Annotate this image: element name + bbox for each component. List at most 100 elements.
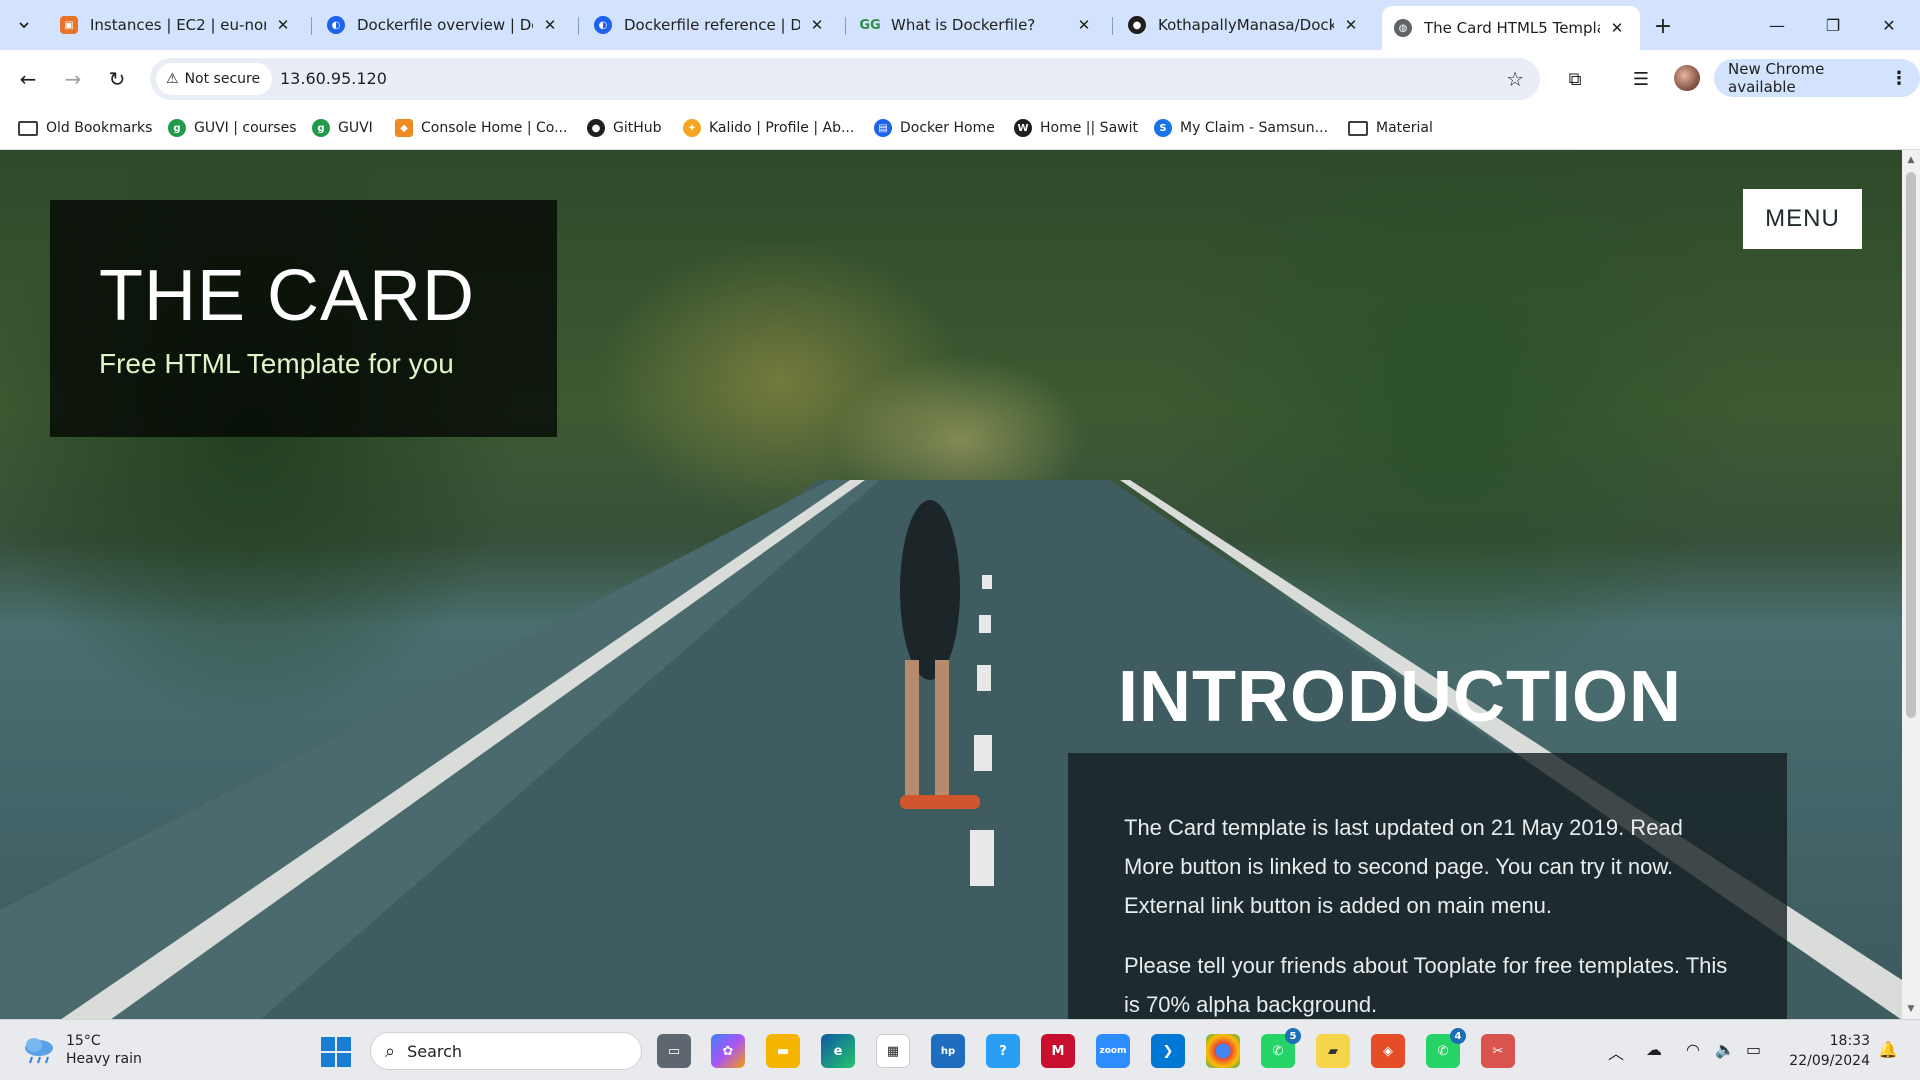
intro-paragraph: Please tell your friends about Tooplate … bbox=[1124, 953, 1728, 1017]
close-window-button[interactable]: ✕ bbox=[1864, 8, 1914, 42]
forward-button[interactable]: → bbox=[58, 64, 88, 94]
windows-logo-icon bbox=[321, 1037, 335, 1051]
battery-icon[interactable]: ▭ bbox=[1746, 1040, 1761, 1059]
bookmark-github[interactable]: ● GitHub bbox=[587, 116, 662, 140]
whatsapp-business-icon[interactable]: ✆ 5 bbox=[1261, 1028, 1301, 1068]
bookmark-old-bookmarks[interactable]: Old Bookmarks bbox=[18, 116, 152, 140]
security-chip[interactable]: ⚠ Not secure bbox=[156, 63, 273, 95]
git-icon[interactable]: ◈ bbox=[1371, 1034, 1405, 1068]
guvi-icon: g bbox=[312, 119, 330, 137]
samsung-icon: S bbox=[1154, 119, 1172, 137]
show-hidden-icons[interactable]: ︿ bbox=[1608, 1040, 1624, 1064]
site-title: THE CARD bbox=[99, 256, 476, 336]
wordpress-icon: W bbox=[1014, 119, 1032, 137]
chrome-update-button[interactable]: New Chrome available ⋮ bbox=[1714, 59, 1920, 97]
site-subtitle: Free HTML Template for you bbox=[99, 348, 454, 379]
taskbar-search[interactable]: ⌕ Search bbox=[370, 1032, 642, 1070]
close-tab-icon[interactable]: ✕ bbox=[1606, 17, 1628, 39]
sticky-notes-icon[interactable]: ▰ bbox=[1316, 1034, 1350, 1068]
bookmark-material[interactable]: Material bbox=[1348, 116, 1433, 140]
tab-separator bbox=[578, 17, 579, 35]
tab-dockerfile-reference[interactable]: ◐ Dockerfile reference | Dock ✕ bbox=[582, 6, 840, 44]
bookmark-samsung-claim[interactable]: S My Claim - Samsun... bbox=[1154, 116, 1328, 140]
new-tab-button[interactable]: + bbox=[1649, 12, 1677, 40]
bookmark-star-icon[interactable]: ☆ bbox=[1506, 67, 1524, 91]
profile-avatar[interactable] bbox=[1674, 65, 1700, 91]
restore-button[interactable]: ❐ bbox=[1808, 8, 1858, 42]
windows-taskbar: 15°C Heavy rain ⌕ Search ▭ ✿ ▬ e ▦ hp ? … bbox=[0, 1019, 1920, 1080]
scroll-up-icon[interactable]: ▲ bbox=[1906, 154, 1916, 166]
myhp-icon[interactable]: hp bbox=[931, 1034, 965, 1068]
file-explorer-icon[interactable]: ▬ bbox=[766, 1034, 800, 1068]
intro-paragraph: The Card template is last updated on 21 … bbox=[1124, 815, 1683, 918]
chrome-icon[interactable] bbox=[1206, 1034, 1240, 1068]
page-viewport: THE CARD Free HTML Template for you MENU… bbox=[0, 150, 1902, 1019]
rain-cloud-icon bbox=[22, 1036, 56, 1064]
folder-icon bbox=[1348, 120, 1368, 136]
notifications-icon[interactable]: 🔔 bbox=[1878, 1040, 1898, 1059]
bookmark-home-sawit[interactable]: W Home || Sawit bbox=[1014, 116, 1138, 140]
address-bar[interactable]: ⚠ Not secure 13.60.95.120 ☆ bbox=[150, 58, 1540, 100]
menu-button[interactable]: MENU bbox=[1743, 189, 1862, 249]
bookmark-console-home[interactable]: ◆ Console Home | Co... bbox=[395, 116, 567, 140]
bookmark-kalido[interactable]: ✦ Kalido | Profile | Ab... bbox=[683, 116, 854, 140]
scroll-down-icon[interactable]: ▼ bbox=[1906, 1003, 1916, 1015]
search-icon: ⌕ bbox=[385, 1040, 396, 1062]
github-icon: ● bbox=[1128, 16, 1146, 34]
close-tab-icon[interactable]: ✕ bbox=[272, 14, 294, 36]
wifi-icon[interactable]: ◠ bbox=[1686, 1040, 1700, 1059]
close-tab-icon[interactable]: ✕ bbox=[806, 14, 828, 36]
browser-toolbar: ← → ↻ ⚠ Not secure 13.60.95.120 ☆ ⧉ ☰ Ne… bbox=[0, 50, 1920, 106]
chevron-down-icon bbox=[19, 22, 29, 29]
copilot-icon[interactable]: ✿ bbox=[711, 1034, 745, 1068]
reload-button[interactable]: ↻ bbox=[102, 64, 132, 94]
url-text[interactable]: 13.60.95.120 bbox=[280, 69, 387, 88]
start-button[interactable] bbox=[321, 1037, 351, 1067]
bookmarks-bar: Old Bookmarks g GUVI | courses g GUVI ◆ … bbox=[0, 106, 1920, 150]
vscode-icon[interactable]: ❯ bbox=[1151, 1034, 1185, 1068]
volume-icon[interactable]: 🔈 bbox=[1715, 1040, 1735, 1059]
introduction-heading: INTRODUCTION bbox=[1118, 657, 1682, 737]
whatsapp-icon[interactable]: ✆ 4 bbox=[1426, 1028, 1466, 1068]
media-controls-icon[interactable]: ☰ bbox=[1627, 65, 1655, 93]
more-menu-icon: ⋮ bbox=[1890, 67, 1908, 89]
bookmark-guvi-courses[interactable]: g GUVI | courses bbox=[168, 116, 297, 140]
tab-what-is-dockerfile[interactable]: GG What is Dockerfile? ✕ bbox=[849, 6, 1107, 44]
minimize-button[interactable]: — bbox=[1752, 8, 1802, 42]
tab-dockerfile-overview[interactable]: ◐ Dockerfile overview | Dock ✕ bbox=[315, 6, 573, 44]
tab-separator bbox=[311, 17, 312, 35]
edge-icon[interactable]: e bbox=[821, 1034, 855, 1068]
gfg-icon: GG bbox=[859, 17, 881, 33]
back-button[interactable]: ← bbox=[13, 64, 43, 94]
page-scrollbar[interactable]: ▲ ▼ bbox=[1902, 150, 1920, 1019]
scroll-thumb[interactable] bbox=[1906, 172, 1916, 718]
docker-icon: ▤ bbox=[874, 119, 892, 137]
kalido-icon: ✦ bbox=[683, 119, 701, 137]
system-clock[interactable]: 18:33 22/09/2024 bbox=[1786, 1031, 1870, 1071]
microsoft-store-icon[interactable]: ▦ bbox=[876, 1034, 910, 1068]
task-view-icon[interactable]: ▭ bbox=[657, 1034, 691, 1068]
weather-widget[interactable]: 15°C Heavy rain bbox=[22, 1032, 142, 1068]
folder-icon bbox=[18, 120, 38, 136]
tab-github-repo[interactable]: ● KothapallyManasa/Docker ✕ bbox=[1116, 6, 1374, 44]
bookmark-docker-home[interactable]: ▤ Docker Home bbox=[874, 116, 995, 140]
extensions-icon[interactable]: ⧉ bbox=[1561, 65, 1589, 93]
tab-ec2-instances[interactable]: ▣ Instances | EC2 | eu-north- ✕ bbox=[48, 6, 306, 44]
close-tab-icon[interactable]: ✕ bbox=[1340, 14, 1362, 36]
tab-separator bbox=[845, 17, 846, 35]
zoom-icon[interactable]: zoom bbox=[1096, 1034, 1130, 1068]
tab-search-button[interactable] bbox=[10, 11, 38, 39]
hero-card: THE CARD Free HTML Template for you bbox=[50, 200, 557, 437]
bookmark-guvi[interactable]: g GUVI bbox=[312, 116, 373, 140]
globe-icon: ◍ bbox=[1394, 19, 1412, 37]
snipping-tool-icon[interactable]: ✂ bbox=[1481, 1034, 1515, 1068]
tab-the-card-template[interactable]: ◍ The Card HTML5 Template ✕ bbox=[1382, 6, 1640, 50]
close-tab-icon[interactable]: ✕ bbox=[539, 14, 561, 36]
onedrive-icon[interactable]: ☁ bbox=[1646, 1040, 1662, 1059]
docker-docs-icon: ◐ bbox=[594, 16, 612, 34]
get-help-icon[interactable]: ? bbox=[986, 1034, 1020, 1068]
close-tab-icon[interactable]: ✕ bbox=[1073, 14, 1095, 36]
mcafee-icon[interactable]: M bbox=[1041, 1034, 1075, 1068]
docker-docs-icon: ◐ bbox=[327, 16, 345, 34]
aws-icon: ▣ bbox=[60, 16, 78, 34]
